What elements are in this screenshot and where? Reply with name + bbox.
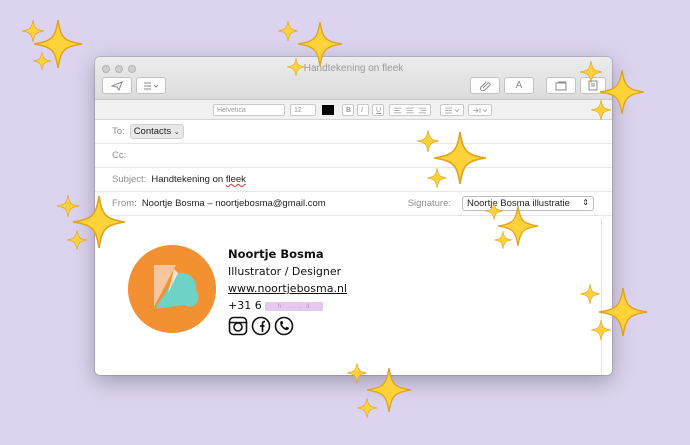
bullet-list-icon — [445, 107, 460, 113]
format-font-button[interactable]: A — [504, 77, 534, 94]
signature-role: Illustrator / Designer — [228, 265, 342, 278]
signature-select[interactable]: Noortje Bosma illustratie ⇕ — [462, 196, 594, 211]
sparkle-icon — [22, 20, 44, 42]
paper-plane-icon — [111, 80, 123, 91]
signature-picker: Signature: Noortje Bosma illustratie ⇕ — [408, 196, 594, 211]
attach-button[interactable] — [470, 77, 500, 94]
indent-select[interactable] — [468, 104, 492, 116]
paperclip-icon — [479, 81, 491, 91]
from-row: From: Noortje Bosma – noortjebosma@gmail… — [95, 192, 612, 216]
titlebar: Handtekening on fleek A — [95, 57, 612, 100]
subject-text: Handtekening on — [151, 174, 226, 185]
phone-prefix: +31 6 — [228, 299, 262, 312]
sparkle-icon — [57, 195, 79, 217]
format-bar: Helvetica 12 B I U — [95, 100, 612, 120]
sparkle-icon — [33, 52, 51, 70]
italic-button[interactable]: I — [357, 104, 369, 116]
font-size-select[interactable]: 12 — [290, 104, 316, 116]
logo-icon — [128, 245, 216, 333]
send-button[interactable] — [102, 77, 132, 94]
to-label: To: — [112, 126, 125, 137]
from-label: From: — [112, 198, 137, 209]
photo-browser-button[interactable] — [546, 77, 576, 94]
font-family-select[interactable]: Helvetica — [213, 104, 285, 116]
subject-row[interactable]: Subject: Handtekening on fleek — [95, 168, 612, 192]
signature-name: Noortje Bosma — [228, 247, 324, 261]
signature-label: Signature: — [407, 198, 451, 209]
instagram-icon[interactable] — [228, 316, 248, 336]
subject-misspelled-word: fleek — [225, 174, 246, 185]
signature-select-value: Noortje Bosma illustratie — [467, 198, 570, 209]
text-color-swatch[interactable] — [322, 105, 334, 115]
underline-button[interactable]: U — [372, 104, 384, 116]
font-family-value: Helvetica — [217, 106, 246, 114]
sparkle-icon — [34, 20, 82, 68]
sparkle-icon — [357, 398, 377, 418]
phone-icon[interactable] — [274, 316, 294, 336]
stationery-button[interactable] — [580, 77, 606, 94]
facebook-icon[interactable] — [251, 316, 271, 336]
cc-row[interactable]: Cc: — [95, 144, 612, 168]
phone-redacted: h ...... d — [265, 301, 324, 311]
sparkle-icon — [278, 21, 298, 41]
mail-compose-window: Handtekening on fleek A Helvetica 12 B I… — [95, 57, 612, 375]
subject-value[interactable]: Handtekening on fleek — [151, 174, 246, 185]
subject-label: Subject: — [112, 174, 147, 185]
header-fields-button[interactable] — [136, 77, 166, 94]
signature-phone: +31 6 h ...... d — [228, 297, 347, 314]
up-down-arrows-icon: ⇕ — [582, 198, 589, 207]
photo-browser-icon — [555, 81, 567, 90]
stationery-icon — [588, 80, 598, 91]
chevron-down-icon: ⌄ — [173, 129, 180, 136]
to-row: To: Contacts ⌄ — [95, 120, 612, 144]
sparkle-icon — [67, 230, 87, 250]
alignment-buttons[interactable] — [389, 104, 431, 116]
message-body[interactable]: Noortje Bosma Illustrator / Designer www… — [95, 218, 612, 375]
cc-label: Cc: — [112, 150, 127, 161]
to-recipient-token[interactable]: Contacts ⌄ — [129, 124, 184, 139]
window-title: Handtekening on fleek — [303, 63, 404, 74]
to-recipient-value: Contacts — [133, 126, 172, 137]
list-style-select[interactable] — [440, 104, 464, 116]
align-icon — [393, 107, 427, 113]
font-label: A — [515, 80, 523, 91]
indent-icon — [473, 107, 488, 113]
email-signature: Noortje Bosma Illustrator / Designer www… — [228, 246, 347, 336]
font-size-value: 12 — [294, 106, 302, 114]
signature-website-link[interactable]: www.noortjebosma.nl — [228, 280, 347, 297]
bold-button[interactable]: B — [342, 104, 354, 116]
social-icons — [228, 316, 347, 336]
body-scroll-divider — [601, 218, 602, 375]
list-icon — [144, 82, 159, 89]
from-value[interactable]: Noortje Bosma – noortjebosma@gmail.com — [142, 198, 326, 209]
